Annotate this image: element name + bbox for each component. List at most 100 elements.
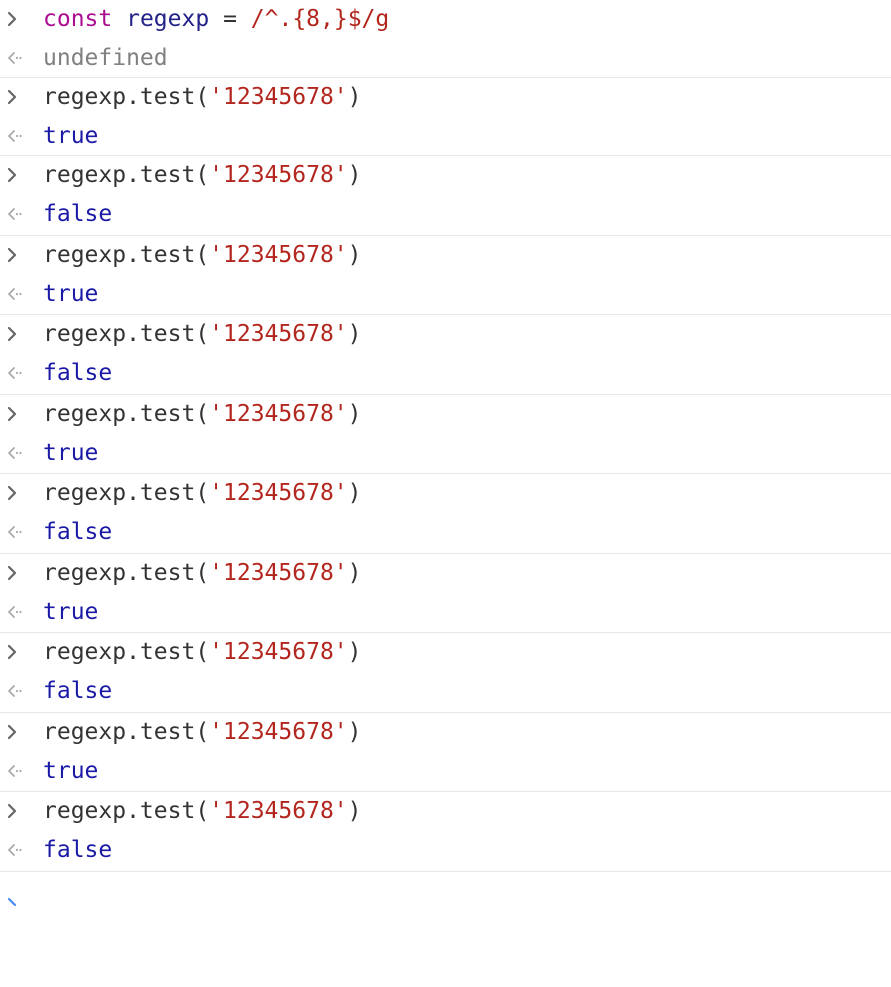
string-token: '12345678' [209,718,348,745]
console-result-boolean: true [43,757,99,784]
call-suffix-token: ) [347,718,362,745]
console-entry: regexp.test('12345678') true [0,554,891,633]
string-token: '12345678' [209,639,348,665]
console-result-boolean: false [43,678,113,704]
console-entry: regexp.test('12345678') true [0,713,891,792]
console-input-code: regexp.test('12345678') [43,156,362,195]
return-arrow-icon [6,831,26,870]
prompt-chevron-icon[interactable] [6,893,26,909]
chevron-right-icon [6,554,26,593]
call-prefix-token: regexp.test( [43,639,210,665]
console-input-line[interactable]: regexp.test('12345678') [0,236,891,275]
console-entry: regexp.test('12345678') true [0,395,891,474]
string-token: '12345678' [209,559,348,586]
call-prefix-token: regexp.test( [43,718,210,745]
console-result-boolean: false [43,360,113,386]
chevron-right-icon [6,792,26,831]
return-arrow-icon [6,195,26,234]
chevron-right-icon [6,0,26,39]
return-arrow-icon [6,752,26,791]
string-token: '12345678' [209,798,348,824]
console-log: const regexp = /^.{8,}$/g undefined rege… [0,0,891,872]
return-arrow-icon [6,39,26,78]
console-output-line: true [0,752,891,791]
return-arrow-icon [6,434,26,473]
console-input-line[interactable]: regexp.test('12345678') [0,156,891,195]
call-suffix-token: ) [347,480,362,506]
string-token: '12345678' [209,84,348,110]
console-entry: regexp.test('12345678') false [0,156,891,236]
console-input-line[interactable]: regexp.test('12345678') [0,792,891,831]
operator-token: = [223,6,237,32]
chevron-right-icon [6,395,26,434]
call-suffix-token: ) [347,241,362,268]
console-input-code: regexp.test('12345678') [43,554,362,593]
console-entry: regexp.test('12345678') true [0,236,891,315]
console-input-code: regexp.test('12345678') [43,633,362,672]
console-entry: regexp.test('12345678') true [0,78,891,156]
call-suffix-token: ) [347,798,362,824]
console-entry: regexp.test('12345678') false [0,792,891,872]
console-input-code: regexp.test('12345678') [43,713,362,752]
string-token: '12345678' [209,321,348,347]
console-input-code: const regexp = /^.{8,}$/g [43,0,389,39]
call-suffix-token: ) [347,400,362,427]
call-prefix-token: regexp.test( [43,400,210,427]
console-input-line[interactable]: regexp.test('12345678') [0,395,891,434]
return-arrow-icon [6,672,26,711]
console-output-line: false [0,195,891,234]
console-input-code: regexp.test('12345678') [43,474,362,513]
chevron-right-icon [6,236,26,275]
console-input-line[interactable]: regexp.test('12345678') [0,315,891,354]
console-input-line[interactable]: regexp.test('12345678') [0,633,891,672]
call-prefix-token: regexp.test( [43,321,210,347]
console-result-boolean: true [43,598,99,625]
console-output-line: true [0,434,891,473]
return-arrow-icon [6,117,26,156]
regex-token: /^.{8,}$/g [250,6,390,32]
console-output-line: true [0,593,891,632]
call-prefix-token: regexp.test( [43,162,210,188]
chevron-right-icon [6,633,26,672]
string-token: '12345678' [209,400,348,427]
string-token: '12345678' [209,480,348,506]
console-output-line: false [0,831,891,870]
call-suffix-token: ) [347,84,362,110]
console-input-line[interactable]: regexp.test('12345678') [0,474,891,513]
console-input-line[interactable]: const regexp = /^.{8,}$/g [0,0,891,39]
console-output-line: false [0,672,891,711]
string-token: '12345678' [209,241,348,268]
console-result-boolean: false [43,519,113,545]
call-suffix-token: ) [347,162,362,188]
chevron-right-icon [6,78,26,117]
console-entry: regexp.test('12345678') false [0,474,891,554]
console-result-undefined: undefined [43,45,168,71]
console-input-line[interactable]: regexp.test('12345678') [0,78,891,117]
console-output-line: true [0,117,891,156]
return-arrow-icon [6,275,26,314]
console-input-code: regexp.test('12345678') [43,236,362,275]
console-entry: regexp.test('12345678') false [0,633,891,713]
variable-token: regexp [126,6,210,32]
call-suffix-token: ) [347,639,362,665]
console-entry: regexp.test('12345678') false [0,315,891,395]
console-result-boolean: false [43,837,113,863]
console-input-code: regexp.test('12345678') [43,78,362,117]
call-prefix-token: regexp.test( [43,241,210,268]
call-suffix-token: ) [347,559,362,586]
console-result-boolean: true [43,439,99,466]
console-output-line: false [0,513,891,552]
console-input-code: regexp.test('12345678') [43,315,362,354]
call-prefix-token: regexp.test( [43,84,210,110]
string-token: '12345678' [209,162,348,188]
call-prefix-token: regexp.test( [43,480,210,506]
console-input-code: regexp.test('12345678') [43,792,362,831]
return-arrow-icon [6,354,26,393]
chevron-right-icon [6,315,26,354]
call-prefix-token: regexp.test( [43,559,210,586]
console-input-line[interactable]: regexp.test('12345678') [0,554,891,593]
console-input-line[interactable]: regexp.test('12345678') [0,713,891,752]
chevron-right-icon [6,713,26,752]
chevron-right-icon [6,156,26,195]
console-entry: const regexp = /^.{8,}$/g undefined [0,0,891,78]
